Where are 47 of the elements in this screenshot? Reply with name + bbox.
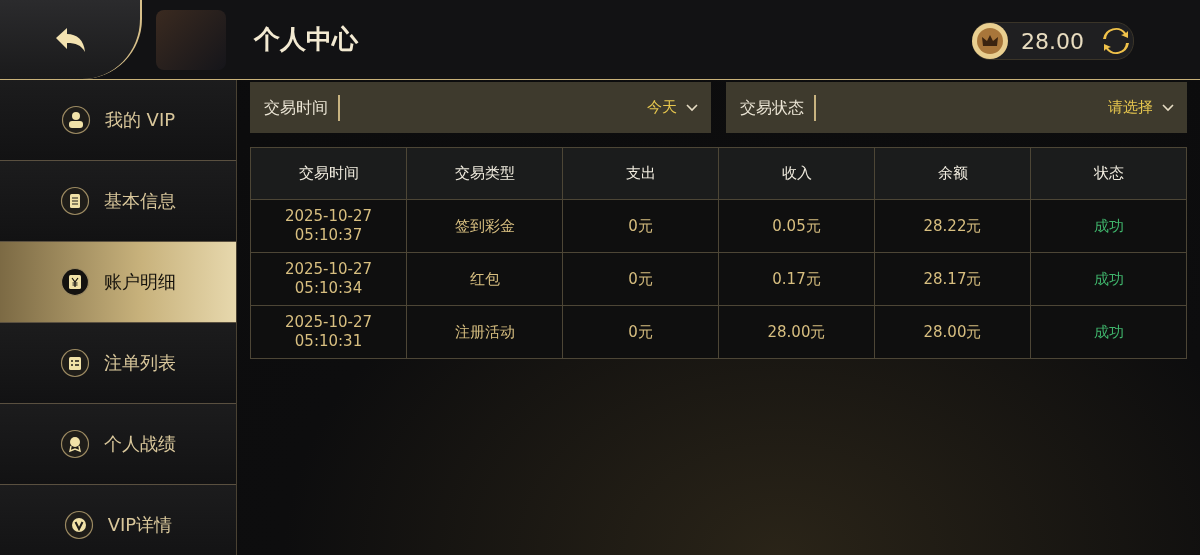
yen-icon <box>60 267 90 297</box>
table-cell: 0元 <box>563 253 718 305</box>
user-icon <box>60 105 91 135</box>
column-header: 状态 <box>1031 148 1186 199</box>
column-header: 交易类型 <box>407 148 562 199</box>
table-cell: 注册活动 <box>407 306 562 358</box>
status-cell: 成功 <box>1031 253 1186 305</box>
medal-icon <box>60 429 90 459</box>
doc-icon <box>60 186 90 216</box>
list-icon <box>60 348 90 378</box>
table-cell: 28.22元 <box>875 200 1030 252</box>
status-cell: 成功 <box>1031 200 1186 252</box>
column-header: 交易时间 <box>251 148 406 199</box>
page-title: 个人中心 <box>254 23 358 56</box>
table-cell: 28.00元 <box>719 306 874 358</box>
table-cell: 签到彩金 <box>407 200 562 252</box>
table-cell: 2025-10-27 05:10:31 <box>251 306 406 358</box>
filter-dropdown[interactable]: 交易状态 请选择 <box>726 82 1187 133</box>
filter-dropdown[interactable]: 交易时间 今天 <box>250 82 711 133</box>
table-cell: 28.17元 <box>875 253 1030 305</box>
sidebar-item[interactable]: 基本信息 <box>0 161 236 242</box>
filter-label: 交易状态 <box>740 94 816 121</box>
table-cell: 28.00元 <box>875 306 1030 358</box>
sidebar-item[interactable]: 注单列表 <box>0 323 236 404</box>
balance-amount: 28.00 <box>1021 28 1085 54</box>
filter-label: 交易时间 <box>264 94 340 121</box>
filter-value: 今天 <box>647 98 677 117</box>
status-cell: 成功 <box>1031 306 1186 358</box>
table-cell: 0.17元 <box>719 253 874 305</box>
column-header: 收入 <box>719 148 874 199</box>
sidebar-item[interactable]: VIP详情 <box>0 485 236 555</box>
table-cell: 0.05元 <box>719 200 874 252</box>
table-cell: 0元 <box>563 200 718 252</box>
sidebar-item[interactable]: 个人战绩 <box>0 404 236 485</box>
crown-coin-icon <box>971 22 1009 60</box>
column-header: 余额 <box>875 148 1030 199</box>
column-header: 支出 <box>563 148 718 199</box>
table-cell: 2025-10-27 05:10:34 <box>251 253 406 305</box>
sidebar-item[interactable]: 账户明细 <box>0 242 236 323</box>
vip-icon <box>63 510 94 540</box>
chevron-down-icon <box>685 102 699 113</box>
table-cell: 0元 <box>563 306 718 358</box>
chevron-down-icon <box>1161 102 1175 113</box>
sidebar-item[interactable]: 我的 VIP <box>0 80 236 161</box>
filter-value: 请选择 <box>1108 98 1153 117</box>
table-cell: 2025-10-27 05:10:37 <box>251 200 406 252</box>
table-cell: 红包 <box>407 253 562 305</box>
